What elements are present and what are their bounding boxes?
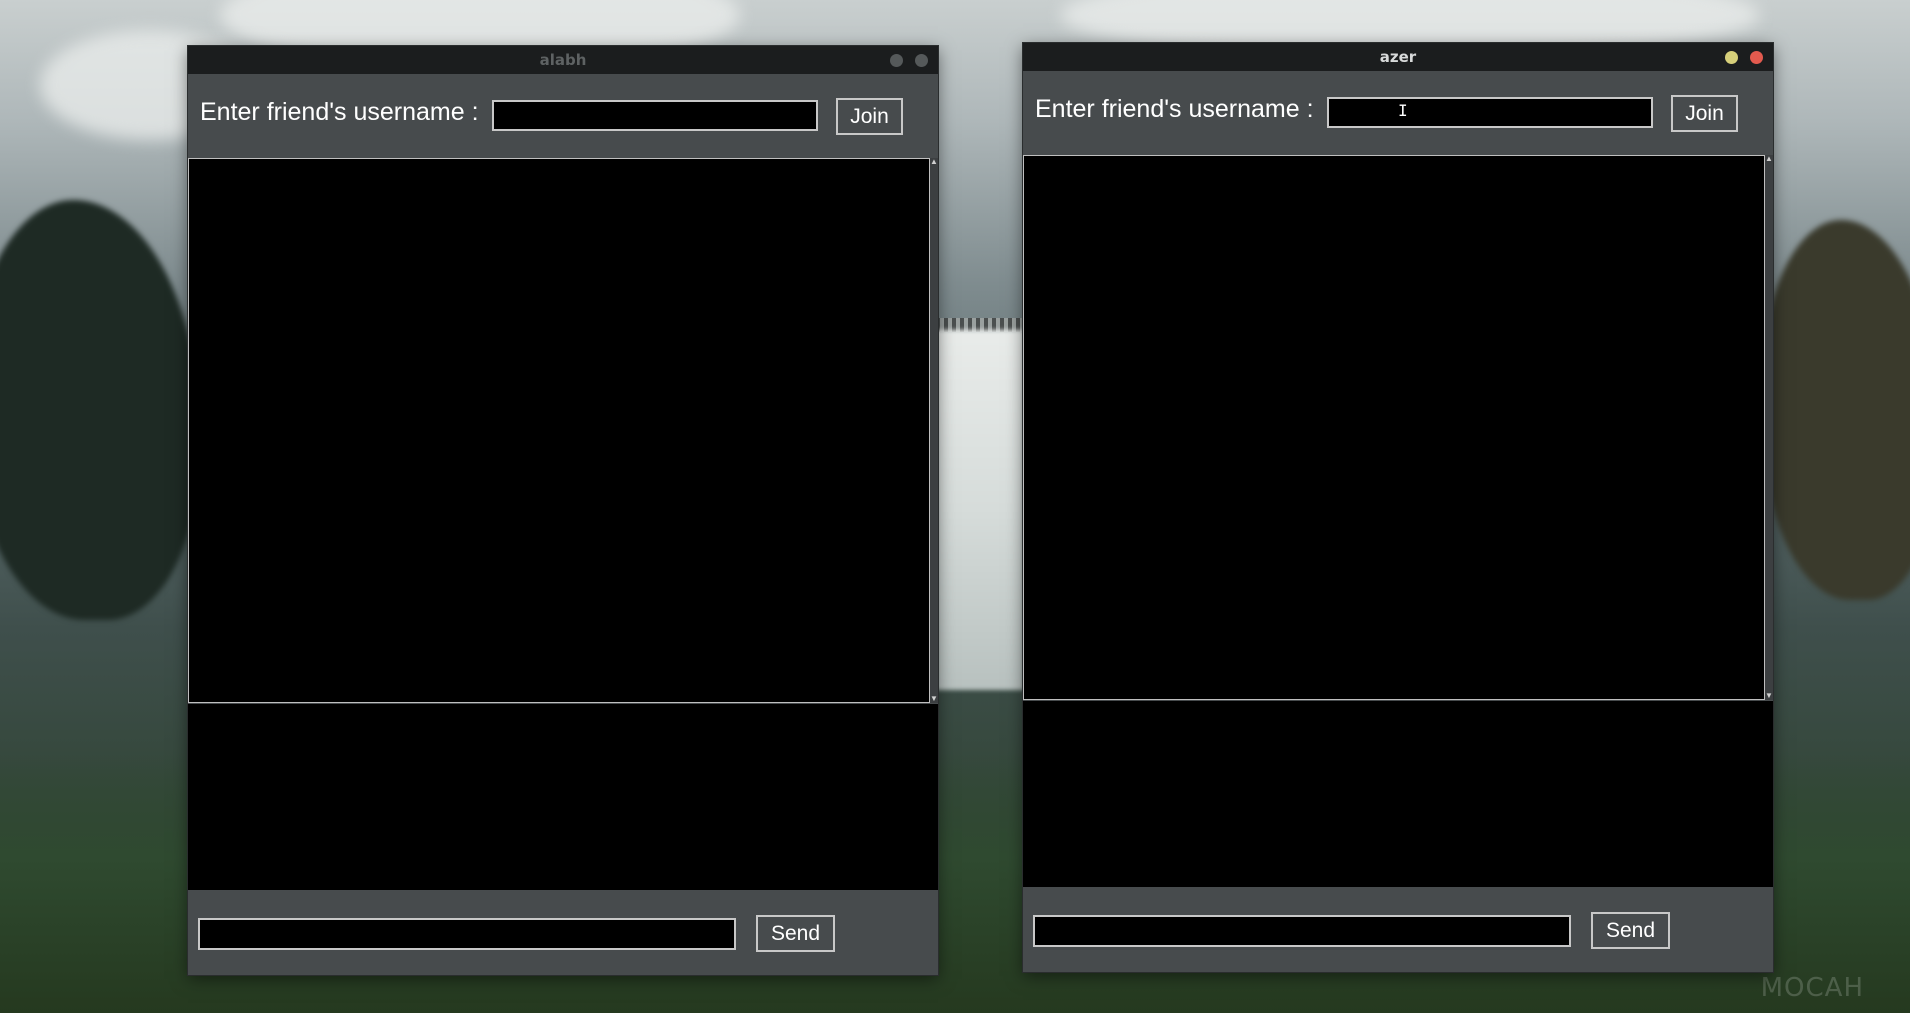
join-button[interactable]: Join — [1671, 95, 1738, 132]
chat-scrollbar[interactable]: ▲ ▼ — [930, 158, 938, 703]
chat-window-alabh[interactable]: alabh Enter friend's username : Join ▲ ▼… — [188, 46, 938, 975]
close-icon[interactable] — [915, 54, 928, 67]
message-panel — [1023, 701, 1773, 887]
chat-window-azer[interactable]: azer Enter friend's username : I Join ▲ … — [1023, 43, 1773, 972]
chat-log[interactable] — [188, 158, 930, 703]
titlebar[interactable]: azer — [1023, 43, 1773, 71]
username-input[interactable] — [492, 100, 818, 131]
minimize-icon[interactable] — [890, 54, 903, 67]
watermark: MOCAH — [1760, 973, 1864, 1003]
titlebar[interactable]: alabh — [188, 46, 938, 74]
window-title: alabh — [539, 51, 587, 69]
username-label: Enter friend's username : — [1035, 95, 1314, 123]
minimize-icon[interactable] — [1725, 51, 1738, 64]
username-label: Enter friend's username : — [200, 98, 479, 126]
scroll-up-icon[interactable]: ▲ — [930, 158, 938, 166]
message-input[interactable] — [198, 918, 736, 950]
chat-log[interactable] — [1023, 155, 1765, 700]
scroll-down-icon[interactable]: ▼ — [1765, 692, 1773, 700]
message-panel — [188, 704, 938, 890]
close-icon[interactable] — [1750, 51, 1763, 64]
window-title: azer — [1379, 48, 1417, 66]
waterfall — [936, 330, 1024, 690]
username-input[interactable] — [1327, 97, 1653, 128]
scroll-down-icon[interactable]: ▼ — [930, 695, 938, 703]
i-beam-cursor-icon: I — [1398, 101, 1408, 120]
message-input[interactable] — [1033, 915, 1571, 947]
join-button[interactable]: Join — [836, 98, 903, 135]
forest — [1760, 220, 1910, 600]
send-button[interactable]: Send — [1591, 912, 1670, 949]
send-button[interactable]: Send — [756, 915, 835, 952]
chat-scrollbar[interactable]: ▲ ▼ — [1765, 155, 1773, 700]
forest — [0, 200, 200, 620]
desktop: MOCAH alabh Enter friend's username : Jo… — [0, 0, 1910, 1013]
scroll-up-icon[interactable]: ▲ — [1765, 155, 1773, 163]
